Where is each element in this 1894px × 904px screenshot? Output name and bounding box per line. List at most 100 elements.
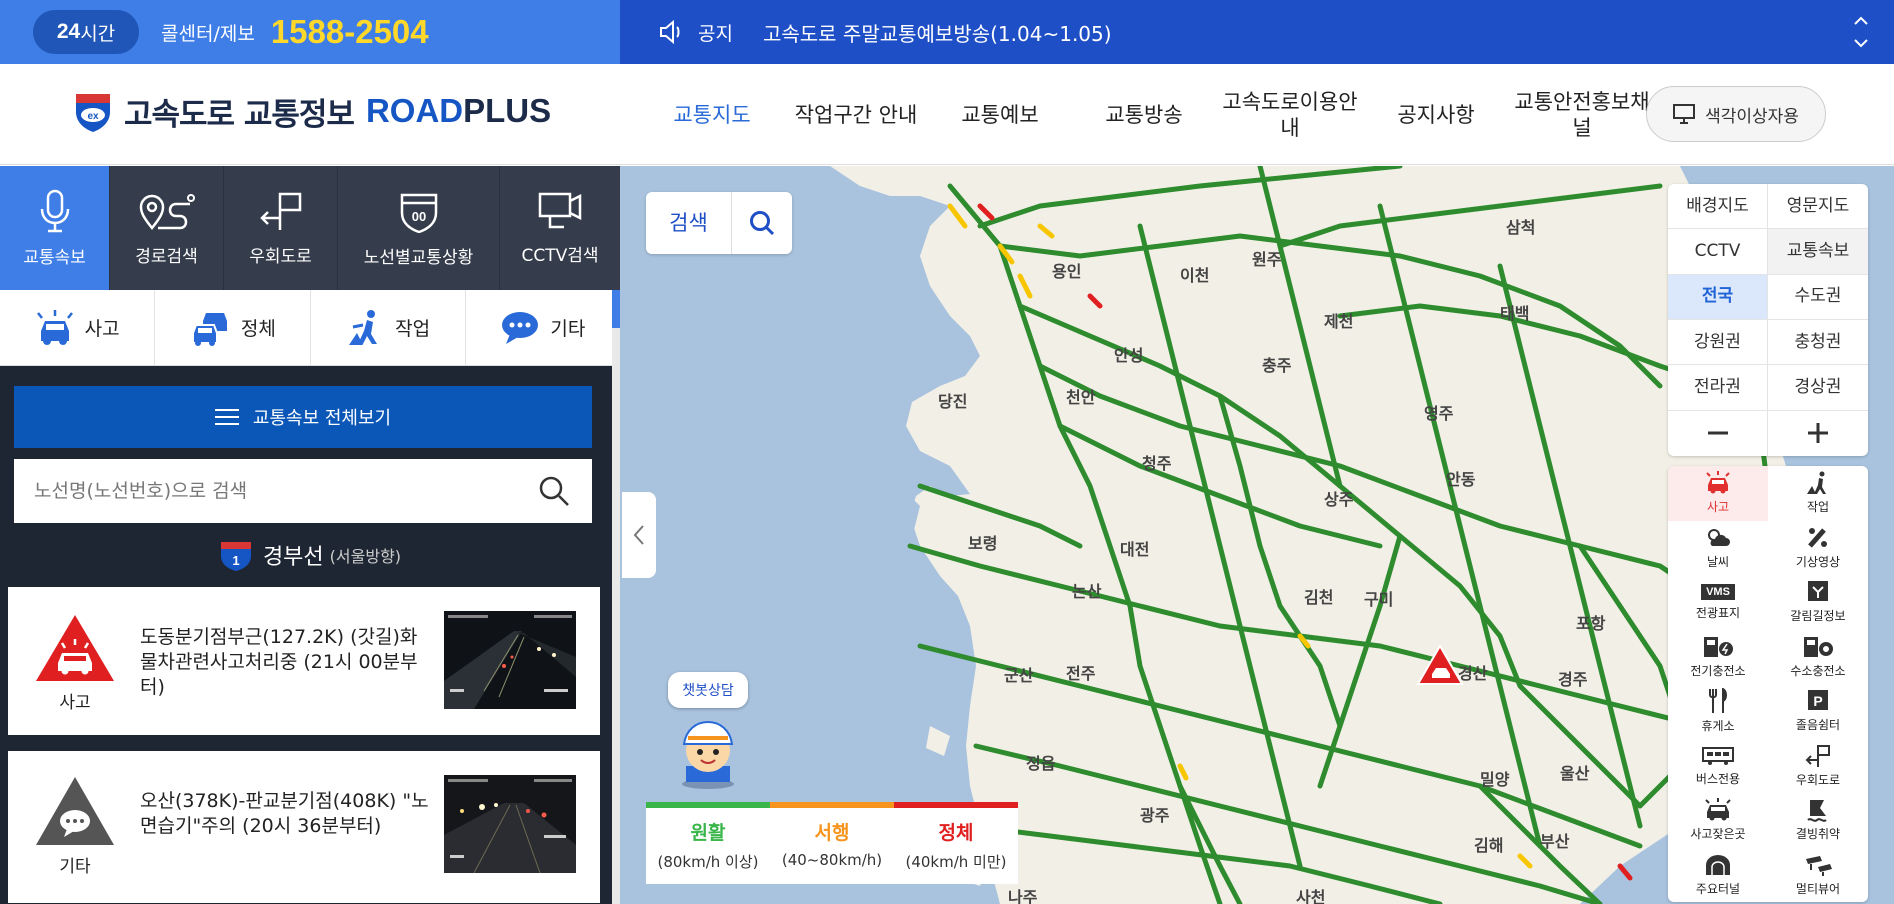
callcenter-bar: 24 시간 콜센터/제보 1588-2504 <box>0 0 620 64</box>
hours-badge: 24 시간 <box>33 10 139 54</box>
overlay-vms-button[interactable]: VMS 전광표지 <box>1668 575 1768 630</box>
nav-safety-channel[interactable]: 교통안전홍보채널 <box>1508 89 1656 141</box>
english-map-button[interactable]: 영문지도 <box>1768 184 1868 230</box>
accident-badge: 사고 <box>30 613 120 713</box>
tab-route-status[interactable]: 00 노선별교통상황 <box>338 166 500 290</box>
colorblind-mode-button[interactable]: 색각이상자용 <box>1646 86 1826 142</box>
region-capital-button[interactable]: 수도권 <box>1768 275 1868 320</box>
chatbot-widget[interactable]: 챗봇상담 <box>668 672 748 794</box>
svg-text:00: 00 <box>411 209 425 224</box>
map-search-control[interactable]: 검색 <box>646 192 792 254</box>
search-icon[interactable] <box>538 475 570 507</box>
card-type-label: 사고 <box>59 693 91 713</box>
traffic-news-card[interactable]: 기타 오산(378K)-판교분기점(408K) "노면습기"주의 (20시 36… <box>8 751 600 903</box>
chatbot-mascot-icon[interactable] <box>668 708 748 790</box>
category-work[interactable]: 작업 <box>311 290 466 365</box>
nav-traffic-forecast[interactable]: 교통예보 <box>928 102 1072 128</box>
overlay-icy-road-button[interactable]: 결빙취약 <box>1768 793 1868 848</box>
overlay-weather-label: 날씨 <box>1706 554 1730 569</box>
weather-video-icon <box>1808 527 1827 548</box>
weather-icon <box>1708 528 1730 546</box>
microphone-icon <box>40 189 69 232</box>
overlay-vms-label: 전광표지 <box>1695 605 1741 620</box>
region-gyeongsang-button[interactable]: 경상권 <box>1768 365 1868 411</box>
map-search-button[interactable] <box>732 209 792 237</box>
nav-highway-guide[interactable]: 고속도로이용안내 <box>1216 89 1364 141</box>
overlay-hydrogen-charger-button[interactable]: 수소충전소 <box>1768 630 1868 685</box>
background-map-button[interactable]: 배경지도 <box>1668 184 1768 230</box>
collapse-panel-button[interactable] <box>622 492 656 578</box>
panel-scroll-thumb[interactable] <box>612 290 620 328</box>
traffic-news-card[interactable]: 사고 도동분기점부근(127.2K) (갓길)화물차관련사고처리중 (21시 0… <box>8 587 600 735</box>
region-chungcheong-button[interactable]: 충청권 <box>1768 320 1868 366</box>
nav-notices[interactable]: 공지사항 <box>1364 102 1508 128</box>
category-etc[interactable]: 기타 <box>466 290 620 365</box>
overlay-bus-lane-label: 버스전용 <box>1695 771 1741 786</box>
overlay-junction-button[interactable]: 갈림길정보 <box>1768 575 1868 630</box>
city-label: 정읍 <box>1026 754 1056 773</box>
route-direction: (서울방향) <box>329 547 402 566</box>
tab-route-search[interactable]: 경로검색 <box>110 166 224 290</box>
speaker-icon <box>660 19 680 45</box>
traffic-legend: 원활 (80km/h 이상) 서행 (40~80km/h) 정체 (40km/h… <box>646 802 1018 884</box>
tab-detour[interactable]: 우회도로 <box>224 166 338 290</box>
route-search-input[interactable] <box>34 480 534 502</box>
tab-cctv-search[interactable]: CCTV검색 <box>500 166 620 290</box>
overlay-icy-road-label: 결빙취약 <box>1795 827 1841 842</box>
ex-shield-icon: ex <box>76 94 110 132</box>
zoom-in-button[interactable] <box>1768 411 1868 456</box>
overlay-multi-viewer-button[interactable]: 멀티뷰어 <box>1768 848 1868 903</box>
tab-route-search-label: 경로검색 <box>135 246 198 267</box>
category-congestion[interactable]: 정체 <box>155 290 311 365</box>
legend-slow-name: 서행 <box>814 822 850 844</box>
etc-badge: 기타 <box>30 775 120 877</box>
traffic-news-full-view-button[interactable]: 교통속보 전체보기 <box>14 386 592 448</box>
region-gangwon-button[interactable]: 강원권 <box>1668 319 1768 366</box>
road-work-icon <box>349 309 378 345</box>
zoom-out-button[interactable] <box>1668 410 1768 456</box>
overlay-weather-button[interactable]: 날씨 <box>1668 521 1768 576</box>
site-logo[interactable]: ex 고속도로 교통정보 ROAD PLUS <box>72 88 551 134</box>
hours-number: 24 <box>56 20 81 43</box>
detour-sign-icon <box>1805 744 1830 767</box>
full-view-label: 교통속보 전체보기 <box>252 408 392 429</box>
legend-slow-range: (40~80km/h) <box>781 851 883 869</box>
chevron-left-icon <box>633 525 644 545</box>
nav-work-zone[interactable]: 작업구간 안내 <box>784 102 928 128</box>
notice-scroll-arrows-icon[interactable] <box>1850 10 1872 54</box>
left-panel: 교통속보 경로검색 우회도로 00 노선별교통상황 CCTV검색 사고 정체 작… <box>0 166 620 904</box>
notice-bar[interactable]: 공지 고속도로 주말교통예보방송(1.04~1.05) <box>620 0 1894 64</box>
overlay-frequent-accident-button[interactable]: 사고잦은곳 <box>1668 793 1768 848</box>
notice-text[interactable]: 고속도로 주말교통예보방송(1.04~1.05) <box>763 18 1112 47</box>
overlay-weather-video-button[interactable]: 기상영상 <box>1768 521 1868 576</box>
overlay-bus-lane-button[interactable]: 버스전용 <box>1668 739 1768 794</box>
overlay-rest-area-button[interactable]: 휴게소 <box>1668 684 1768 739</box>
city-label: 안성 <box>1114 346 1144 365</box>
category-work-label: 작업 <box>395 318 431 340</box>
overlay-detour-button[interactable]: 우회도로 <box>1768 739 1868 794</box>
region-nationwide-button[interactable]: 전국 <box>1668 274 1768 320</box>
overlay-accident-button[interactable]: 사고 <box>1668 466 1768 521</box>
cctv-thumbnail[interactable] <box>444 611 576 709</box>
map-search-label[interactable]: 검색 <box>646 192 732 254</box>
city-label: 상주 <box>1324 490 1354 509</box>
route-1-shield-icon: 1 <box>220 542 251 571</box>
tab-traffic-news[interactable]: 교통속보 <box>0 166 110 290</box>
overlay-tunnel-button[interactable]: 주요터널 <box>1668 848 1768 903</box>
region-jeolla-button[interactable]: 전라권 <box>1668 365 1768 411</box>
overlay-sleep-shelter-button[interactable]: P 졸음쉼터 <box>1768 684 1868 739</box>
chatbot-label[interactable]: 챗봇상담 <box>668 672 748 708</box>
fork-knife-icon <box>1709 688 1727 714</box>
traffic-news-layer-button[interactable]: 교통속보 <box>1768 229 1868 275</box>
nav-traffic-map[interactable]: 교통지도 <box>640 102 784 128</box>
panel-scrollbar[interactable] <box>612 290 620 904</box>
traffic-map[interactable]: 삼척 태백 이천 제천 충주 안성 당진 천안 영주 청주 안동 상주 보령 대… <box>620 166 1894 904</box>
nav-traffic-broadcast[interactable]: 교통방송 <box>1072 102 1216 128</box>
cctv-layer-button[interactable]: CCTV <box>1668 229 1768 275</box>
cctv-thumbnail[interactable] <box>444 775 576 873</box>
callcenter-phone[interactable]: 1588-2504 <box>271 13 429 51</box>
overlay-weather-video-label: 기상영상 <box>1795 554 1841 569</box>
category-accident[interactable]: 사고 <box>0 290 156 365</box>
overlay-work-button[interactable]: 작업 <box>1768 466 1868 521</box>
overlay-ev-charger-button[interactable]: 전기충전소 <box>1668 630 1768 685</box>
